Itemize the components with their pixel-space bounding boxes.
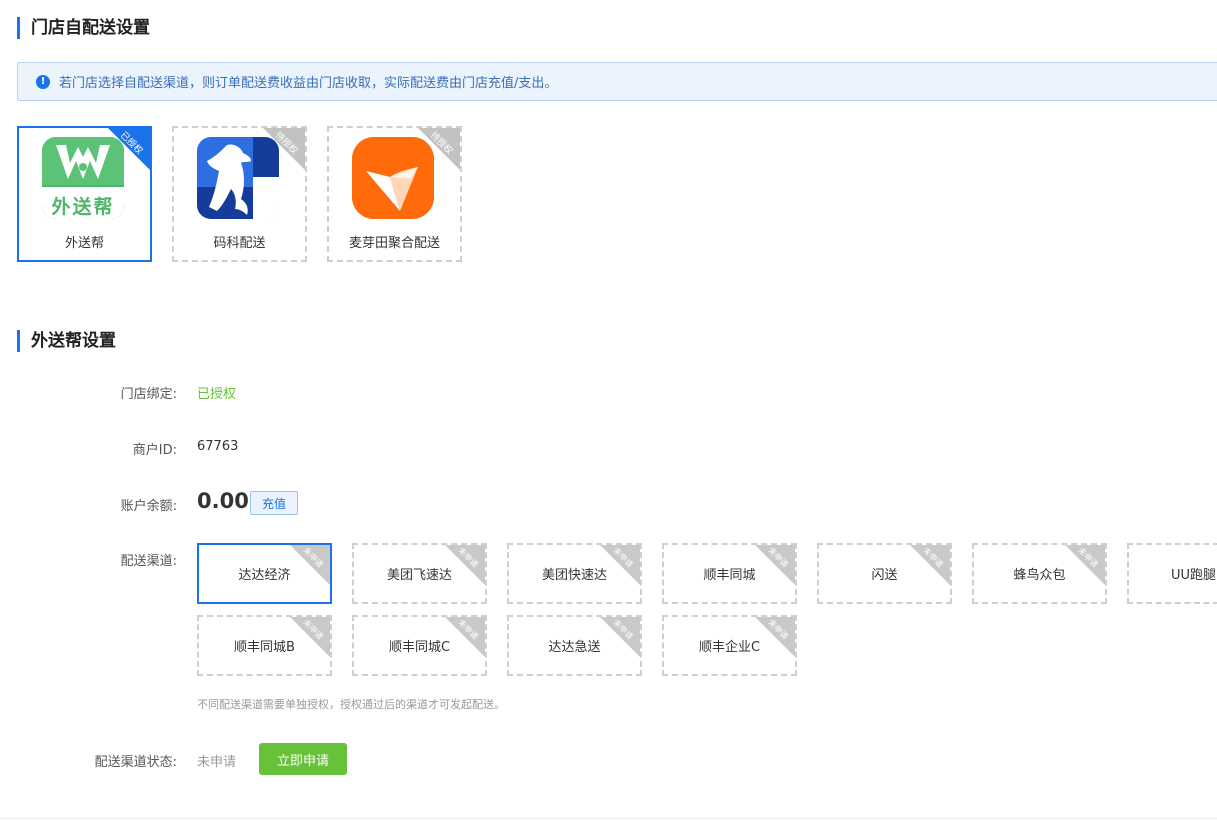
- channel-card[interactable]: UU跑腿: [1127, 543, 1217, 604]
- section-title-waisongbang-settings: 外送帮设置: [17, 330, 116, 352]
- platform-name: 外送帮: [64, 236, 104, 251]
- channel-name: 顺丰同城C: [388, 640, 451, 655]
- platform-card-make[interactable]: 码科配送 待授权: [172, 126, 307, 262]
- channel-card[interactable]: 顺丰同城B 未申请: [197, 615, 332, 676]
- channel-status-value: 未申请: [197, 755, 237, 770]
- recharge-button[interactable]: 充值: [250, 491, 298, 515]
- channel-card[interactable]: 闪送 未申请: [817, 543, 952, 604]
- channel-name: 闪送: [871, 568, 898, 583]
- divider: [0, 818, 1217, 819]
- label-channel-status: 配送渠道状态:: [94, 755, 177, 770]
- channel-card[interactable]: 顺丰企业C 未申请: [662, 615, 797, 676]
- channel-card[interactable]: 蜂鸟众包 未申请: [972, 543, 1107, 604]
- channel-name: 顺丰同城: [703, 568, 756, 583]
- channel-name: 美团飞速达: [386, 568, 452, 583]
- channel-name: 达达经济: [238, 568, 291, 583]
- channel-card[interactable]: 美团快速达 未申请: [507, 543, 642, 604]
- channel-card[interactable]: 顺丰同城C 未申请: [352, 615, 487, 676]
- channel-card[interactable]: 顺丰同城 未申请: [662, 543, 797, 604]
- channels-hint: 不同配送渠道需要单独授权，授权通过后的渠道才可发起配送。: [197, 698, 505, 711]
- apply-now-button[interactable]: 立即申请: [259, 743, 347, 775]
- platform-name: 麦芽田聚合配送: [348, 236, 440, 251]
- channel-name: 美团快速达: [541, 568, 607, 583]
- label-store-binding: 门店绑定:: [120, 387, 177, 402]
- platform-card-waisongbang[interactable]: 外送帮 外送帮 已授权: [17, 126, 152, 262]
- channel-card[interactable]: 达达经济 未申请: [197, 543, 332, 604]
- notice-banner: ! 若门店选择自配送渠道，则订单配送费收益由门店收取，实际配送费由门店充值/支出…: [17, 62, 1217, 101]
- section-title-self-delivery: 门店自配送设置: [17, 17, 150, 39]
- balance-value: 0.00: [197, 489, 249, 513]
- store-binding-status: 已授权: [197, 387, 237, 402]
- channel-name: 达达急送: [548, 640, 601, 655]
- waisongbang-logo-text: 外送帮: [51, 196, 115, 218]
- channel-card[interactable]: 达达急送 未申请: [507, 615, 642, 676]
- platform-name: 码科配送: [213, 236, 266, 251]
- platform-card-maiyatian[interactable]: 麦芽田聚合配送 待授权: [327, 126, 462, 262]
- label-merchant-id: 商户ID:: [132, 443, 177, 458]
- channel-name: 顺丰企业C: [698, 640, 761, 655]
- notice-text: 若门店选择自配送渠道，则订单配送费收益由门店收取，实际配送费由门店充值/支出。: [59, 76, 558, 91]
- channel-name: 顺丰同城B: [234, 640, 295, 655]
- info-icon: !: [36, 74, 50, 89]
- channel-name: 蜂鸟众包: [1013, 568, 1066, 583]
- label-balance: 账户余额:: [120, 499, 177, 514]
- label-channels: 配送渠道:: [120, 554, 177, 569]
- channel-card[interactable]: 美团飞速达 未申请: [352, 543, 487, 604]
- merchant-id-value: 67763: [197, 439, 239, 454]
- channel-name: UU跑腿: [1171, 568, 1217, 583]
